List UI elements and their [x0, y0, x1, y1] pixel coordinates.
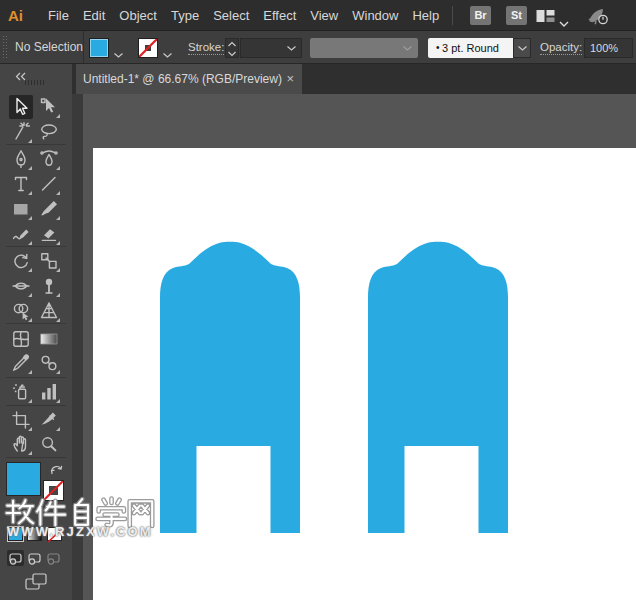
stroke-color-swatch[interactable]: [138, 38, 158, 58]
gradient-tool[interactable]: [37, 327, 61, 351]
line-segment-tool[interactable]: [37, 172, 61, 196]
paintbrush-tool[interactable]: [37, 197, 61, 221]
panel-grip[interactable]: [25, 80, 46, 85]
menu-file[interactable]: File: [48, 8, 69, 23]
brush-preset-label: 3 pt. Round: [428, 38, 513, 58]
menu-object[interactable]: Object: [119, 8, 157, 23]
lasso-tool[interactable]: [37, 120, 61, 144]
watermark: 软件自学网: [0, 492, 160, 538]
toolbar-fill-swatch[interactable]: [6, 462, 41, 496]
gpu-performance-icon[interactable]: [586, 5, 610, 30]
menu-help[interactable]: Help: [412, 8, 439, 23]
draw-normal-button[interactable]: [7, 550, 24, 566]
mesh-tool[interactable]: [9, 327, 33, 351]
menu-select[interactable]: Select: [213, 8, 249, 23]
menu-type[interactable]: Type: [171, 8, 199, 23]
app-logo[interactable]: Ai: [8, 7, 34, 24]
width-tool[interactable]: [9, 274, 33, 298]
watermark-url: WWW.RJZXW.COM: [7, 524, 153, 539]
artboard-tool[interactable]: [9, 408, 33, 432]
curvature-tool[interactable]: [37, 147, 61, 171]
selection-status: No Selection: [15, 31, 83, 63]
rectangle-tool[interactable]: [9, 197, 33, 221]
brush-combo-chevron[interactable]: [513, 38, 531, 58]
tab-bar: Untitled-1* @ 66.67% (RGB/Preview) ×: [0, 64, 636, 94]
fill-chevron-icon[interactable]: [114, 44, 123, 62]
swap-fill-stroke-icon[interactable]: [49, 461, 64, 479]
menu-effect[interactable]: Effect: [263, 8, 296, 23]
shape-builder-tool[interactable]: [9, 299, 33, 323]
stroke-label[interactable]: Stroke:: [188, 41, 224, 55]
hand-tool[interactable]: [9, 432, 33, 456]
column-graph-tool[interactable]: [37, 380, 61, 404]
stroke-width-combo[interactable]: [240, 38, 302, 58]
menu-separator: [452, 6, 453, 25]
symbol-sprayer-tool[interactable]: [9, 380, 33, 404]
selection-tool[interactable]: [9, 95, 33, 119]
zoom-tool[interactable]: [37, 432, 61, 456]
type-tool[interactable]: [9, 172, 33, 196]
stroke-width-stepper[interactable]: [225, 38, 239, 58]
brush-definition-combo[interactable]: • 3 pt. Round: [428, 38, 513, 58]
stroke-chevron-icon[interactable]: [163, 44, 172, 62]
workspace-layout-icon[interactable]: [536, 9, 555, 27]
eyedropper-tool[interactable]: [9, 351, 33, 375]
control-bar: No Selection Stroke: • 3 pt. Round: [0, 31, 636, 64]
bridge-button[interactable]: Br: [470, 6, 491, 25]
shaper-tool[interactable]: [9, 222, 33, 246]
blend-tool[interactable]: [37, 351, 61, 375]
menu-window[interactable]: Window: [352, 8, 398, 23]
opacity-field[interactable]: 100%: [584, 38, 633, 58]
pen-tool[interactable]: [9, 147, 33, 171]
menu-edit[interactable]: Edit: [83, 8, 105, 23]
stock-button[interactable]: St: [506, 6, 527, 25]
scale-tool[interactable]: [37, 249, 61, 273]
perspective-grid-tool[interactable]: [37, 299, 61, 323]
menu-view[interactable]: View: [310, 8, 338, 23]
magic-wand-tool[interactable]: [9, 120, 33, 144]
direct-selection-tool[interactable]: [37, 95, 61, 119]
menu-bar: Ai File Edit Object Type Select Effect V…: [0, 0, 636, 31]
draw-behind-button[interactable]: [26, 550, 43, 566]
fill-color-swatch[interactable]: [89, 38, 109, 58]
puppet-warp-tool[interactable]: [37, 274, 61, 298]
width-profile-combo: [310, 38, 418, 58]
slice-tool[interactable]: [37, 408, 61, 432]
divider: [83, 31, 84, 63]
document-tab-title: Untitled-1* @ 66.67% (RGB/Preview): [83, 64, 282, 94]
workspace-chevron-icon[interactable]: [559, 13, 569, 31]
document-tab[interactable]: Untitled-1* @ 66.67% (RGB/Preview) ×: [76, 64, 302, 94]
blue-shape-2[interactable]: [368, 241, 508, 533]
control-bar-grip[interactable]: [2, 35, 8, 60]
blue-shape-1[interactable]: [160, 241, 300, 533]
draw-inside-button[interactable]: [45, 550, 62, 566]
opacity-label[interactable]: Opacity:: [540, 41, 582, 55]
eraser-tool[interactable]: [37, 222, 61, 246]
tab-close-icon[interactable]: ×: [286, 64, 294, 94]
screen-mode-button[interactable]: [25, 573, 47, 595]
rotate-tool[interactable]: [9, 249, 33, 273]
illustrator-window: Ai File Edit Object Type Select Effect V…: [0, 0, 636, 600]
